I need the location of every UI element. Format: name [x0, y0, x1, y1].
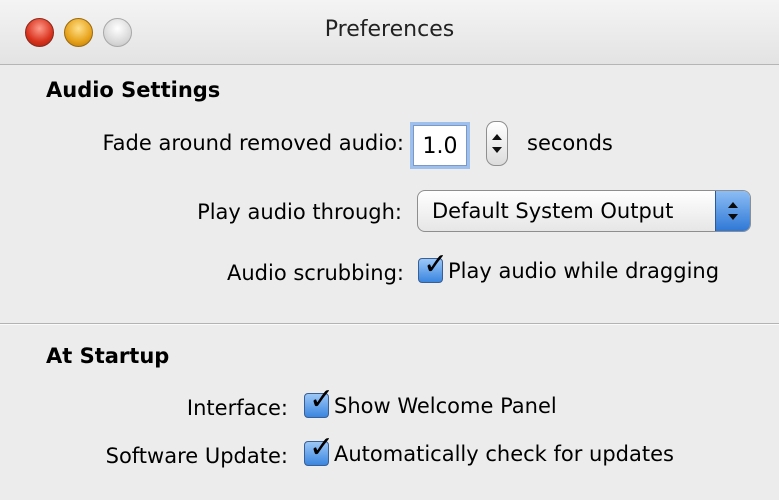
audio-output-value: Default System Output	[432, 199, 674, 223]
fade-duration-input[interactable]: 1.0	[413, 125, 467, 166]
interface-label: Interface:	[186, 396, 288, 420]
audio-settings-heading: Audio Settings	[46, 78, 221, 102]
software-update-label: Software Update:	[105, 444, 288, 468]
checkmark-icon: ✓	[423, 247, 449, 282]
audio-output-popup[interactable]: Default System Output	[417, 190, 751, 232]
title-bar[interactable]: Preferences	[0, 0, 779, 65]
fade-duration-stepper[interactable]	[486, 121, 508, 166]
popup-arrows-icon[interactable]	[715, 191, 750, 231]
show-welcome-panel-label[interactable]: Show Welcome Panel	[334, 394, 557, 418]
scrubbing-checkbox-label[interactable]: Play audio while dragging	[448, 259, 719, 283]
interface-checkbox-row[interactable]: ✓ Show Welcome Panel	[304, 385, 557, 418]
window-title: Preferences	[324, 17, 455, 42]
checkmark-icon: ✓	[309, 430, 335, 465]
fade-unit-label: seconds	[527, 131, 613, 155]
stepper-up-icon[interactable]	[492, 134, 502, 140]
checkmark-icon: ✓	[309, 382, 335, 417]
auto-check-updates-checkbox[interactable]: ✓	[304, 433, 334, 466]
scrubbing-checkbox[interactable]: ✓	[418, 250, 448, 283]
fade-label: Fade around removed audio:	[102, 131, 404, 155]
scrubbing-label: Audio scrubbing:	[226, 261, 404, 285]
at-startup-heading: At Startup	[46, 344, 170, 368]
software-update-checkbox-row[interactable]: ✓ Automatically check for updates	[304, 433, 674, 466]
stepper-down-icon[interactable]	[492, 147, 502, 153]
play-through-label: Play audio through:	[197, 200, 402, 224]
show-welcome-panel-checkbox[interactable]: ✓	[304, 385, 334, 418]
auto-check-updates-label[interactable]: Automatically check for updates	[334, 442, 674, 466]
scrubbing-checkbox-row[interactable]: ✓ Play audio while dragging	[418, 250, 719, 283]
